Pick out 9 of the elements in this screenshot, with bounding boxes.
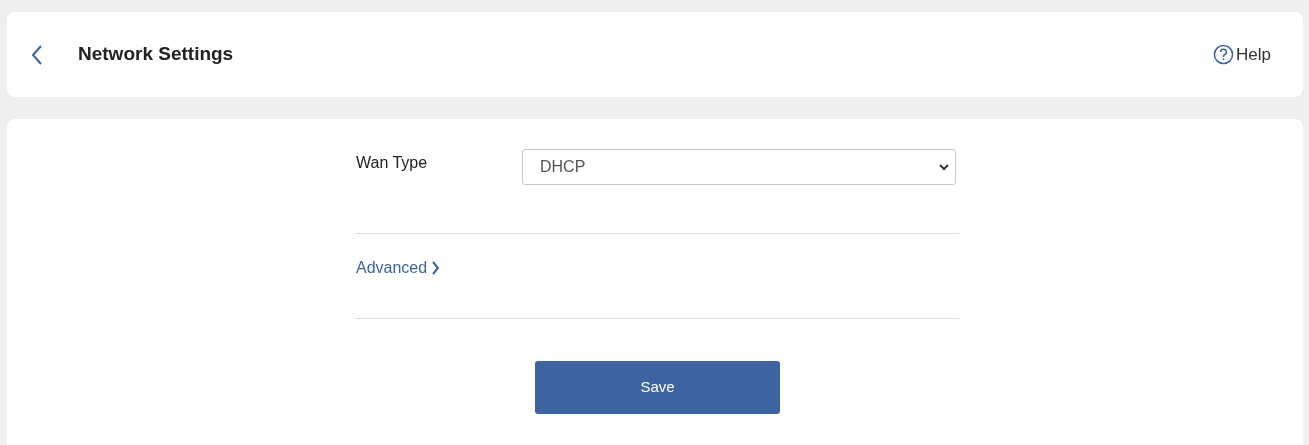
wan-type-select[interactable]: DHCP <box>522 149 956 185</box>
dropdown-caret-icon <box>939 163 949 171</box>
save-button[interactable]: Save <box>535 361 780 414</box>
advanced-link[interactable]: Advanced <box>356 256 441 280</box>
field-label: Wan Type <box>356 153 429 173</box>
help-icon <box>1213 44 1235 65</box>
help-link[interactable]: Help <box>1213 41 1271 68</box>
page-title: Network Settings <box>78 42 234 67</box>
back-icon <box>31 43 43 66</box>
